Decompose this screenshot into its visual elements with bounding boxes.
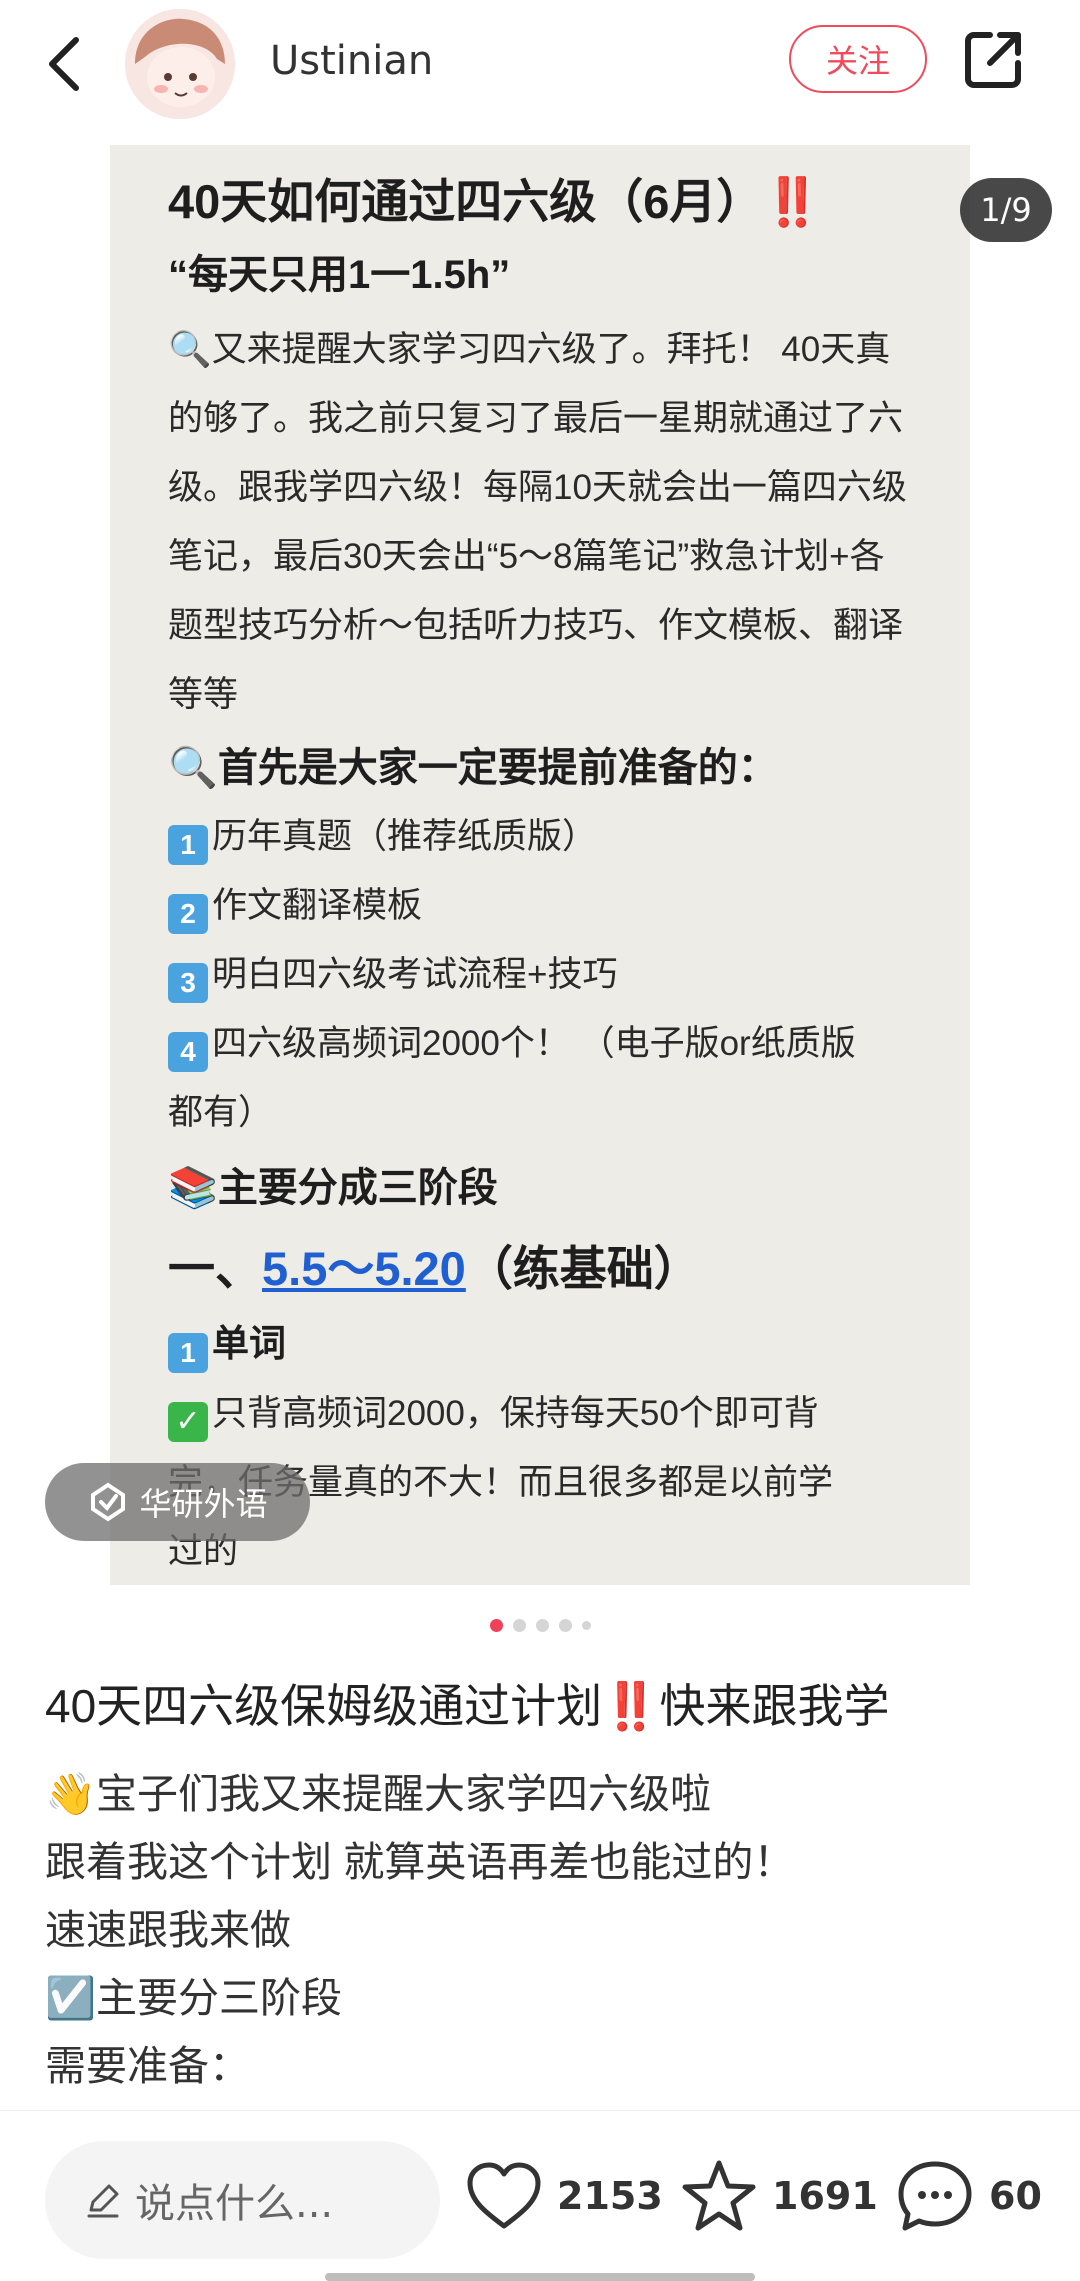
comment-count: 60 [989,2174,1042,2218]
carousel-dot [512,1618,526,1632]
like-button[interactable]: 2153 [465,2156,663,2236]
back-arrow-icon [49,37,79,91]
stage-1-heading: 一、5.5～5.20（练基础） [168,1242,701,1295]
post-content: 👋宝子们我又来提醒大家学四六级啦 跟着我这个计划 就算英语再差也能过的！ 速速跟… [45,1760,1035,2100]
magnifier-icon: 🔍 [168,746,218,790]
number-1-icon: 1 [168,1333,208,1373]
brand-logo-icon [91,1482,126,1522]
author-name[interactable]: Ustinian [270,38,433,84]
post-line: 👋宝子们我又来提醒大家学四六级啦 [45,1771,712,1817]
post-line: ☑️主要分三阶段 [45,1975,343,2021]
number-2-icon: 2 [168,894,208,934]
note-image[interactable]: 40天如何通过四六级（6月）‼️ “每天只用1一1.5h” 🔍又来提醒大家学习四… [110,145,970,1585]
carousel-dots [0,1605,1080,1645]
collect-button[interactable]: 1691 [680,2156,878,2236]
prep-item-4-continued: 都有） [168,1093,274,1132]
stage-1-dates: 5.5～5.20 [262,1242,466,1295]
note-title: 40天如何通过四六级（6月）‼️ [168,175,822,228]
avatar-image [125,9,235,119]
post-line: 速速跟我来做 [45,1907,291,1953]
post-title: 40天四六级保姆级通过计划‼️快来跟我学 [45,1680,890,1732]
avatar[interactable] [125,9,235,119]
note-subtitle: “每天只用1一1.5h” [168,253,511,297]
note-intro: 🔍又来提醒大家学习四六级了。拜托！ 40天真的够了。我之前只复习了最后一星期就通… [168,330,907,714]
post-line: 跟着我这个计划 就算英语再差也能过的！ [45,1839,795,1885]
comment-placeholder: 说点什么... [135,2181,334,2227]
back-button[interactable] [38,30,98,98]
heart-icon [467,2162,541,2229]
carousel-dot [535,1618,549,1632]
carousel-dot-active [489,1618,503,1632]
bottom-action-bar: 说点什么... 2153 1691 60 [0,2110,1080,2281]
follow-button[interactable]: 关注 [789,25,927,93]
books-icon: 📚 [168,1166,218,1210]
prep-item-2: 2 作文翻译模板 [168,877,422,934]
words-heading: 1 单词 [168,1313,286,1373]
image-carousel[interactable]: 40天如何通过四六级（6月）‼️ “每天只用1一1.5h” 🔍又来提醒大家学习四… [0,145,1080,1600]
number-1-icon: 1 [168,825,208,865]
share-button[interactable] [962,27,1026,91]
prep-item-1: 1 历年真题（推荐纸质版） [168,808,597,865]
star-icon [682,2160,756,2231]
comment-button[interactable]: 60 [895,2156,1042,2236]
collect-count: 1691 [772,2174,878,2218]
prep-item-3: 3 明白四六级考试流程+技巧 [168,946,617,1003]
page-indicator: 1/9 [960,178,1052,242]
carousel-dot [581,1620,591,1630]
double-exclamation-icon: ‼️ [763,175,822,228]
number-4-icon: 4 [168,1032,208,1072]
like-count: 2153 [557,2174,663,2218]
watermark-text: 华研外语 [139,1485,268,1523]
words-line-1: ✓ 只背高频词2000，保持每天50个即可背 [168,1385,819,1442]
prep-heading: 🔍首先是大家一定要提前准备的： [168,746,778,790]
carousel-dot [558,1618,572,1632]
number-3-icon: 3 [168,963,208,1003]
comment-input[interactable]: 说点什么... [45,2141,440,2259]
share-icon [965,32,1021,88]
prep-item-4: 4 四六级高频词2000个！ （电子版or纸质版 [168,1015,856,1072]
stages-heading: 📚主要分成三阶段 [168,1166,498,1210]
comment-bubble-icon [898,2161,972,2231]
check-icon: ✓ [168,1402,208,1442]
pencil-icon [87,2184,119,2218]
post-line: 需要准备： [45,2043,250,2089]
watermark-badge: 华研外语 [45,1463,310,1541]
top-bar: Ustinian 关注 [0,0,1080,145]
